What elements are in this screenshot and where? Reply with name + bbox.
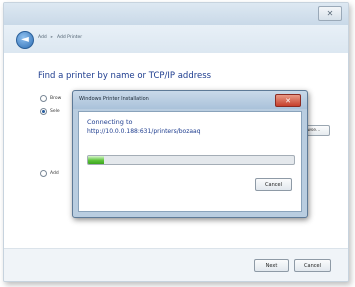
dialog-title: Windows Printer Installation (79, 96, 149, 102)
printer-installation-dialog: Windows Printer Installation ✕ Connectin… (72, 90, 308, 218)
radio-button[interactable] (40, 170, 47, 177)
option-label: Sele (50, 109, 60, 114)
back-arrow-icon[interactable]: ◄ (16, 31, 34, 49)
dialog-titlebar: Windows Printer Installation ✕ (73, 91, 307, 109)
dialog-close-button[interactable]: ✕ (275, 94, 301, 107)
add-by-address-option[interactable]: Add (40, 170, 59, 177)
breadcrumb-item[interactable]: Add (38, 35, 47, 40)
dialog-cancel-button[interactable]: Cancel (255, 178, 292, 191)
breadcrumb-item[interactable]: Add Printer (57, 35, 82, 40)
option-label: Brow (50, 96, 62, 101)
option-label: Add (50, 171, 59, 176)
window-titlebar: ✕ (4, 3, 348, 25)
select-shared-option[interactable]: Sele (40, 108, 60, 115)
page-title: Find a printer by name or TCP/IP address (38, 71, 212, 81)
navigation-bar: ◄ Add ▸ Add Printer (4, 25, 348, 54)
window-close-button[interactable]: ✕ (318, 6, 342, 21)
browse-option[interactable]: Brow (40, 95, 61, 102)
printer-url: http://10.0.0.188:631/printers/bozaaq (87, 128, 201, 135)
cancel-button[interactable]: Cancel (294, 259, 331, 272)
radio-button-selected[interactable] (40, 108, 47, 115)
progress-fill (88, 156, 105, 164)
breadcrumb: Add ▸ Add Printer (38, 35, 83, 40)
wizard-footer: Next Cancel (4, 248, 348, 281)
connecting-message: Connecting to (87, 118, 133, 126)
next-button[interactable]: Next (254, 259, 289, 272)
radio-button[interactable] (40, 95, 47, 102)
dialog-body: Connecting to http://10.0.0.188:631/prin… (78, 111, 302, 212)
progress-bar (87, 155, 295, 165)
